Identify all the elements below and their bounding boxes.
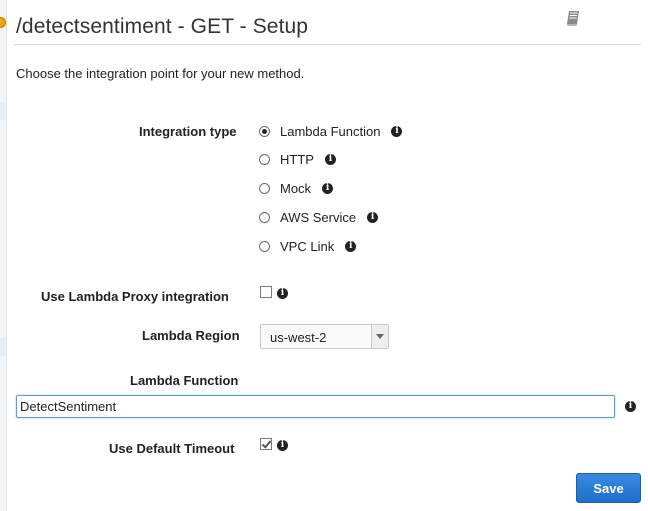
page-title: /detectsentiment - GET - Setup <box>16 15 309 38</box>
rail-marker <box>0 102 6 120</box>
lambda-proxy-checkbox[interactable] <box>260 286 272 298</box>
integration-type-label: Integration type <box>139 124 237 139</box>
radio-option-label: AWS Service <box>280 209 357 225</box>
left-rail <box>0 0 7 511</box>
mock-radio[interactable] <box>259 182 270 194</box>
chevron-down-icon[interactable] <box>371 325 388 348</box>
lambda-function-label: Lambda Function <box>130 373 239 388</box>
intro-text: Choose the integration point for your ne… <box>16 66 305 81</box>
radio-option-lambda-function[interactable]: Lambda Function i <box>259 122 403 140</box>
default-timeout-checkbox[interactable] <box>260 438 272 450</box>
http-radio[interactable] <box>259 153 270 165</box>
aws-service-radio[interactable] <box>259 211 270 223</box>
page-header: /detectsentiment - GET - Setup <box>14 11 641 45</box>
lambda-function-radio[interactable] <box>259 125 270 137</box>
lambda-proxy-label: Use Lambda Proxy integration <box>41 289 229 304</box>
vpc-link-radio[interactable] <box>259 240 270 252</box>
book-icon[interactable] <box>564 8 584 28</box>
info-icon[interactable]: i <box>367 211 379 223</box>
info-icon[interactable]: i <box>277 288 288 299</box>
rail-marker <box>0 338 6 356</box>
radio-option-label: VPC Link <box>280 238 335 254</box>
save-button[interactable]: Save <box>576 473 641 503</box>
lambda-region-select[interactable]: us-west-2 <box>260 324 389 349</box>
lambda-region-label: Lambda Region <box>142 328 240 343</box>
radio-option-label: Lambda Function <box>280 123 381 139</box>
radio-option-mock[interactable]: Mock i <box>259 179 334 197</box>
info-icon[interactable]: i <box>625 401 636 412</box>
info-icon[interactable]: i <box>391 125 403 137</box>
info-icon[interactable]: i <box>324 153 336 165</box>
info-icon[interactable]: i <box>345 240 357 252</box>
info-icon[interactable]: i <box>277 440 288 451</box>
lambda-function-input[interactable] <box>16 395 615 418</box>
radio-option-aws-service[interactable]: AWS Service i <box>259 208 379 226</box>
method-setup-page: /detectsentiment - GET - Setup Choose th… <box>0 0 648 511</box>
radio-option-label: HTTP <box>280 151 314 167</box>
radio-option-http[interactable]: HTTP i <box>259 150 336 168</box>
info-icon[interactable]: i <box>322 182 334 194</box>
radio-option-label: Mock <box>280 180 312 196</box>
radio-option-vpc-link[interactable]: VPC Link i <box>259 237 357 255</box>
default-timeout-label: Use Default Timeout <box>109 441 235 456</box>
lambda-region-value: us-west-2 <box>270 330 327 345</box>
